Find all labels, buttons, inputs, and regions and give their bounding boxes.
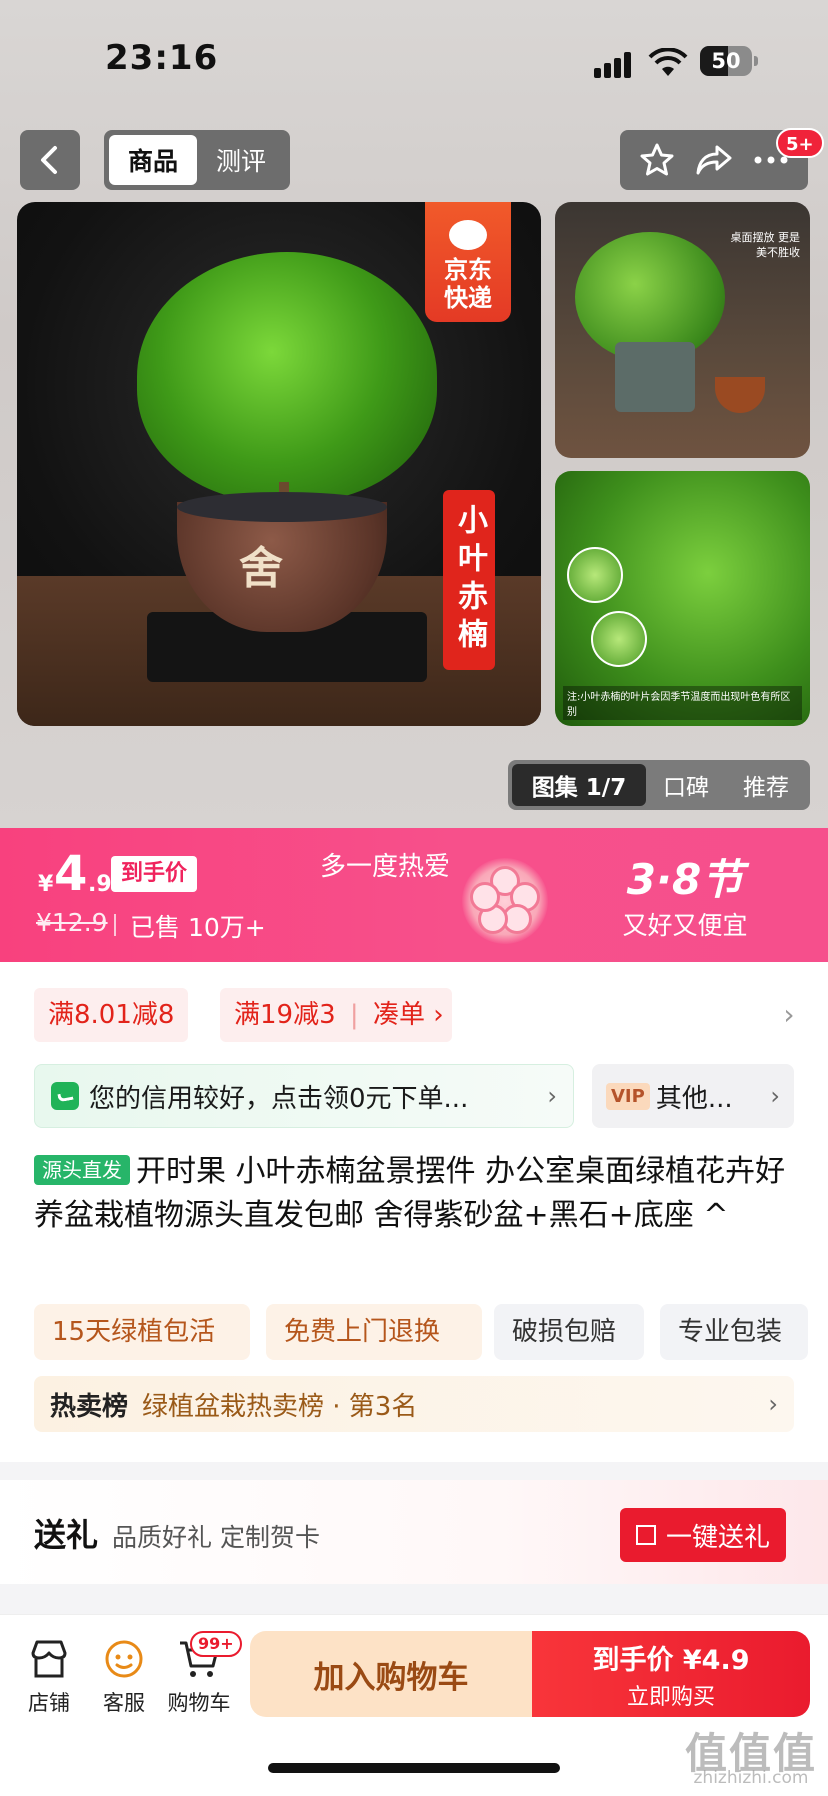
- main-product-image[interactable]: 舍 京东快递 小叶赤楠: [17, 202, 541, 726]
- wifi-icon: [648, 47, 688, 78]
- tab-product[interactable]: 商品: [109, 135, 197, 185]
- gift-icon: [635, 1525, 656, 1545]
- festival-subtitle: 又好又便宜: [622, 911, 748, 940]
- coupon-2-label: 满19减3: [234, 1000, 336, 1030]
- star-icon: [640, 143, 674, 176]
- service-tag-1: 15天绿植包活: [34, 1304, 250, 1360]
- original-price: ¥12.9: [36, 908, 108, 937]
- tab-cart-label: 购物车: [167, 1691, 231, 1715]
- store-icon: [27, 1637, 71, 1681]
- back-button[interactable]: [20, 130, 80, 190]
- share-button[interactable]: [692, 138, 736, 182]
- shopping-bag-icon: [51, 1082, 79, 1110]
- rank-text: 绿植盆栽热卖榜 · 第3名: [142, 1391, 418, 1422]
- credit-text: 您的信用较好，点击领0元下单...: [89, 1083, 469, 1114]
- top-nav: 商品 测评: [0, 130, 828, 192]
- source-direct-badge: 源头直发: [34, 1155, 130, 1185]
- section-divider: [0, 1584, 828, 1614]
- price-currency: ¥: [38, 872, 54, 897]
- rank-label: 热卖榜: [50, 1391, 129, 1422]
- service-tag-3: 破损包赔: [494, 1304, 644, 1360]
- price-integer: 4: [54, 846, 88, 902]
- gallery-tab-album[interactable]: 图集 1/7: [512, 764, 646, 806]
- chevron-right-icon: ›: [770, 1082, 780, 1110]
- jd-express-tag: 京东快递: [425, 202, 511, 322]
- battery-icon: 50: [700, 46, 758, 76]
- gallery-tabs: 图集 1/7 口碑 推荐: [508, 760, 810, 810]
- jd-express-label: 京东快递: [444, 256, 492, 312]
- customer-service-icon: [102, 1637, 146, 1681]
- plant-name-tag: 小叶赤楠: [443, 490, 495, 670]
- coupon-collect-link[interactable]: 凑单 ›: [373, 1000, 444, 1030]
- price-decimal: .9: [88, 872, 112, 897]
- final-price-tag: 到手价: [111, 856, 198, 892]
- chevron-left-icon: [41, 146, 57, 174]
- buy-now-label: 立即购买: [626, 1684, 715, 1710]
- cellular-signal-icon: [594, 52, 634, 78]
- status-time: 23:16: [105, 38, 219, 78]
- pot-mark: 舍: [239, 543, 283, 594]
- coupon-1[interactable]: 满8.01减8: [34, 988, 189, 1042]
- service-tags: 15天绿植包活 免费上门退换 破损包赔 专业包装: [34, 1304, 808, 1360]
- vip-text: 其他...: [655, 1083, 733, 1114]
- service-tag-2: 免费上门退换: [266, 1304, 482, 1360]
- gift-label: 送礼: [34, 1516, 99, 1554]
- coupon-2[interactable]: 满19减3 | 凑单 ›: [220, 988, 452, 1042]
- promo-banner: ¥ 4 .9 到手价 ¥12.9 已售 10万+ 多一度热爱 3·8节 又好又便…: [0, 828, 828, 962]
- favorite-button[interactable]: [635, 138, 679, 182]
- product-title[interactable]: 源头直发 开时果 小叶赤楠盆景摆件 办公室桌面绿植花卉好养盆栽植物源头直发包邮 舍…: [34, 1150, 804, 1238]
- credit-banner[interactable]: 您的信用较好，点击领0元下单... ›: [34, 1064, 574, 1128]
- tab-customer-service-label: 客服: [103, 1691, 145, 1715]
- vip-banner[interactable]: VIP 其他... ›: [592, 1064, 794, 1128]
- chevron-right-icon: ›: [768, 1390, 778, 1418]
- gallery-tab-reviews[interactable]: 口碑: [646, 764, 726, 806]
- chevron-right-icon[interactable]: ›: [774, 1000, 804, 1030]
- message-badge: 5+: [776, 128, 824, 158]
- jd-dog-icon: [449, 220, 487, 250]
- gallery-tab-recommend[interactable]: 推荐: [726, 764, 806, 806]
- bonsai-foliage: [137, 252, 437, 502]
- gift-button[interactable]: 一键送礼: [620, 1508, 786, 1562]
- watermark-url: zhizhizhi.com: [693, 1768, 809, 1788]
- buy-now-button[interactable]: 到手价 ¥4.9 立即购买: [532, 1631, 810, 1717]
- vip-tag: VIP: [606, 1082, 650, 1110]
- thumbnail-1[interactable]: 桌面摆放 更是美不胜收: [555, 202, 810, 458]
- share-icon: [696, 145, 732, 175]
- tab-store[interactable]: 店铺: [14, 1637, 84, 1717]
- thumbnail-2[interactable]: 注:小叶赤楠的叶片会因季节温度而出现叶色有所区别: [555, 471, 810, 726]
- tab-review[interactable]: 测评: [197, 135, 285, 185]
- sold-count: 已售 10万+: [130, 913, 266, 942]
- status-bar: 23:16 50: [0, 0, 828, 120]
- add-to-cart-button[interactable]: 加入购物车: [250, 1631, 532, 1717]
- product-title-text: 开时果 小叶赤楠盆景摆件 办公室桌面绿植花卉好养盆栽植物源头直发包邮 舍得紫砂盆…: [34, 1154, 786, 1233]
- cart-count-badge: 99+: [190, 1631, 242, 1657]
- home-indicator: [268, 1763, 560, 1773]
- gift-button-label: 一键送礼: [665, 1522, 770, 1553]
- product-tab-switch: 商品 测评: [104, 130, 290, 190]
- tab-store-label: 店铺: [28, 1691, 70, 1715]
- coupon-row[interactable]: 满8.01减8 满19减3 | 凑单 › ›: [34, 988, 804, 1042]
- chevron-right-icon: ›: [547, 1082, 557, 1110]
- hot-rank-banner[interactable]: 热卖榜 绿植盆栽热卖榜 · 第3名 ›: [34, 1376, 794, 1432]
- section-divider: [0, 1462, 828, 1480]
- product-hero: 23:16 50 商品 测评 5+ 舍 京东快递 小叶赤楠 桌面摆放 更是美不胜…: [0, 0, 828, 828]
- buy-now-price: 到手价 ¥4.9: [592, 1644, 750, 1676]
- gift-section: 送礼 品质好礼 定制贺卡 一键送礼: [0, 1480, 828, 1584]
- flower-logo-icon: [462, 858, 548, 944]
- battery-level: 50: [711, 49, 741, 73]
- service-tag-4: 专业包装: [660, 1304, 808, 1360]
- thumbnail-1-caption: 桌面摆放 更是美不胜收: [730, 231, 801, 259]
- promo-slogan: 多一度热爱: [320, 852, 451, 882]
- gift-subtitle: 品质好礼 定制贺卡: [112, 1523, 320, 1552]
- festival-title: 3·8节: [626, 855, 744, 904]
- thumbnail-2-caption: 注:小叶赤楠的叶片会因季节温度而出现叶色有所区别: [563, 686, 802, 720]
- tab-customer-service[interactable]: 客服: [89, 1637, 159, 1717]
